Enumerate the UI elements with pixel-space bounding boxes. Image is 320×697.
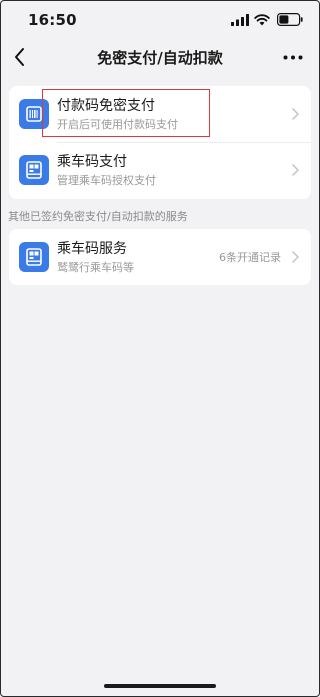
section-label: 其他已签约免密支付/自动扣款的服务 [8,210,188,223]
signal-icon [231,14,249,26]
transit-code-icon [19,242,49,272]
highlight-annotation [42,89,210,137]
list-item-transit-payment[interactable]: 乘车码支付 管理乘车码授权支付 [9,142,311,198]
back-arrow-icon[interactable] [12,46,28,68]
wifi-icon [254,14,270,26]
home-indicator [104,684,216,688]
row-title: 乘车码支付 [57,154,127,170]
chevron-right-icon [292,164,299,176]
list-item-transit-service[interactable]: 乘车码服务 鹫鹭行乘车码等 6条开通记录 [9,229,311,285]
chevron-right-icon [292,251,299,263]
row-title: 乘车码服务 [57,241,127,257]
status-time: 16:50 [28,11,77,29]
navigation-bar: 免密支付/自动扣款 [0,40,320,74]
row-subtitle: 鹫鹭行乘车码等 [57,261,134,274]
page-title: 免密支付/自动扣款 [97,49,223,67]
more-options-icon[interactable] [283,55,303,60]
record-count: 6条开通记录 [219,251,281,264]
transit-code-icon [19,155,49,185]
battery-icon [277,13,303,26]
services-card: 乘车码服务 鹫鹭行乘车码等 6条开通记录 [9,229,311,285]
row-subtitle: 管理乘车码授权支付 [57,174,156,187]
chevron-right-icon [292,108,299,120]
status-bar: 16:50 [0,0,320,40]
